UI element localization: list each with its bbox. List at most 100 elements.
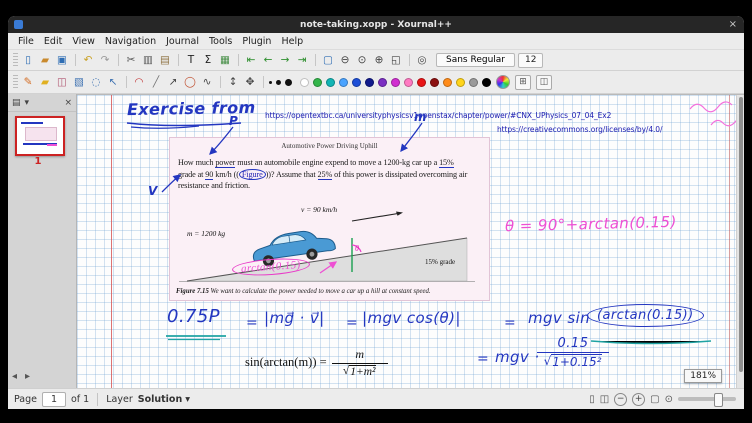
fullscreen-icon[interactable]: ◱ bbox=[388, 53, 404, 68]
velocity-arrow bbox=[352, 213, 401, 221]
color-swatch[interactable] bbox=[443, 78, 452, 87]
image-tool-icon[interactable]: ▦ bbox=[217, 53, 233, 68]
search-icon[interactable]: ◎ bbox=[414, 53, 430, 68]
problem-segment: How much bbox=[178, 158, 215, 167]
undo-icon[interactable]: ↶ bbox=[80, 53, 96, 68]
zoom-100-button[interactable]: ⊙ bbox=[665, 394, 673, 405]
chevron-down-icon[interactable]: ▾ bbox=[25, 98, 30, 108]
titlebar[interactable]: note-taking.xopp - Xournal++ × bbox=[8, 16, 744, 33]
menu-item[interactable]: File bbox=[13, 35, 39, 48]
select-rect-icon[interactable]: ▧ bbox=[71, 75, 87, 90]
ruler-icon[interactable]: ╱ bbox=[148, 75, 164, 90]
grade-label: 15% grade bbox=[425, 258, 455, 266]
menu-item[interactable]: Journal bbox=[161, 35, 204, 48]
layer-dropdown[interactable]: Solution ▾ bbox=[138, 394, 190, 405]
zoom-fit-button[interactable]: ▢ bbox=[650, 394, 659, 405]
redo-icon[interactable]: ↷ bbox=[97, 53, 113, 68]
zoom-in-icon[interactable]: ⊕ bbox=[371, 53, 387, 68]
color-swatch[interactable] bbox=[469, 78, 478, 87]
typed-numerator: m bbox=[355, 347, 364, 362]
next-page-icon[interactable]: → bbox=[277, 53, 293, 68]
page-canvas[interactable]: Exercise from https://opentextbc.ca/univ… bbox=[77, 94, 744, 388]
thickness-option[interactable] bbox=[285, 79, 292, 86]
zoom-fit-icon[interactable]: ▢ bbox=[320, 53, 336, 68]
next-thumb-icon[interactable]: ▸ bbox=[25, 371, 30, 382]
page-thumbnail[interactable] bbox=[15, 116, 65, 156]
problem-segment-underlined: power bbox=[215, 158, 235, 168]
color-picker-icon[interactable] bbox=[496, 75, 510, 89]
sidebar-close-icon[interactable]: × bbox=[64, 98, 72, 108]
font-button[interactable]: Sans Regular bbox=[436, 53, 515, 67]
zoom-slider-thumb[interactable] bbox=[714, 393, 723, 407]
zoom-out-button[interactable]: − bbox=[614, 393, 627, 406]
chevron-down-icon: ▾ bbox=[185, 394, 190, 405]
pen-tool-icon[interactable]: ✎ bbox=[20, 75, 36, 90]
color-swatch[interactable] bbox=[378, 78, 387, 87]
color-swatch[interactable] bbox=[404, 78, 413, 87]
open-file-icon[interactable]: ▰ bbox=[37, 53, 53, 68]
zoom-in-button[interactable]: + bbox=[632, 393, 645, 406]
vertical-space-icon[interactable]: ↕ bbox=[225, 75, 241, 90]
new-file-icon[interactable]: ▯ bbox=[20, 53, 36, 68]
separator bbox=[216, 75, 224, 90]
arrow-tool-icon[interactable]: ↗ bbox=[165, 75, 181, 90]
first-page-icon[interactable]: ⇤ bbox=[243, 53, 259, 68]
menu-item[interactable]: Edit bbox=[39, 35, 67, 48]
toolbar-grip[interactable] bbox=[13, 75, 18, 89]
ellipse-tool-icon[interactable]: ◯ bbox=[182, 75, 198, 90]
thickness-option[interactable] bbox=[276, 80, 281, 85]
color-swatch[interactable] bbox=[326, 78, 335, 87]
problem-segment: must an automobile engine expend to move… bbox=[235, 158, 383, 167]
zoom-original-icon[interactable]: ⊙ bbox=[354, 53, 370, 68]
menu-item[interactable]: Help bbox=[276, 35, 308, 48]
page-number-input[interactable]: 1 bbox=[42, 392, 66, 407]
color-swatch[interactable] bbox=[352, 78, 361, 87]
prev-page-icon[interactable]: ← bbox=[260, 53, 276, 68]
menu-item[interactable]: View bbox=[67, 35, 100, 48]
menu-item[interactable]: Plugin bbox=[237, 35, 276, 48]
snap-grid-icon[interactable]: ⊞ bbox=[515, 75, 531, 90]
source-url[interactable]: https://opentextbc.ca/universityphysicsv… bbox=[265, 111, 611, 120]
zoom-out-icon[interactable]: ⊖ bbox=[337, 53, 353, 68]
thickness-option[interactable] bbox=[269, 81, 272, 84]
select-object-icon[interactable]: ↖ bbox=[105, 75, 121, 90]
eraser-tool-icon[interactable]: ◫ bbox=[54, 75, 70, 90]
scrollbar-thumb[interactable] bbox=[739, 97, 743, 372]
preview-pane-icon[interactable]: ▤ bbox=[12, 98, 21, 108]
color-swatch[interactable] bbox=[456, 78, 465, 87]
save-file-icon[interactable]: ▣ bbox=[54, 53, 70, 68]
color-swatch[interactable] bbox=[391, 78, 400, 87]
color-swatch[interactable] bbox=[300, 78, 309, 87]
license-url[interactable]: https://creativecommons.org/licenses/by/… bbox=[497, 125, 662, 134]
paste-icon[interactable]: ▤ bbox=[157, 53, 173, 68]
vertical-scrollbar[interactable] bbox=[736, 95, 744, 388]
last-page-icon[interactable]: ⇥ bbox=[294, 53, 310, 68]
cut-icon[interactable]: ✂ bbox=[123, 53, 139, 68]
tex-tool-icon[interactable]: Σ bbox=[200, 53, 216, 68]
color-swatch[interactable] bbox=[339, 78, 348, 87]
menu-item[interactable]: Navigation bbox=[100, 35, 161, 48]
sidebar-header: ▤ ▾ × bbox=[8, 94, 76, 112]
text-tool-icon[interactable]: T bbox=[183, 53, 199, 68]
page-presentation-icon[interactable]: ▯ bbox=[589, 394, 595, 405]
color-swatch[interactable] bbox=[482, 78, 491, 87]
shape-recognizer-icon[interactable]: ◠ bbox=[131, 75, 147, 90]
menu-item[interactable]: Tools bbox=[204, 35, 237, 48]
figure-link[interactable]: Figure bbox=[239, 169, 266, 180]
color-swatch[interactable] bbox=[430, 78, 439, 87]
spline-tool-icon[interactable]: ∿ bbox=[199, 75, 215, 90]
prev-thumb-icon[interactable]: ◂ bbox=[12, 371, 17, 382]
copy-icon[interactable]: ▥ bbox=[140, 53, 156, 68]
highlighter-tool-icon[interactable]: ▰ bbox=[37, 75, 53, 90]
select-lasso-icon[interactable]: ◌ bbox=[88, 75, 104, 90]
color-swatch[interactable] bbox=[365, 78, 374, 87]
equals-sign: = bbox=[346, 315, 358, 331]
font-size-input[interactable]: 12 bbox=[518, 53, 543, 68]
color-swatch[interactable] bbox=[313, 78, 322, 87]
paired-pages-icon[interactable]: ◫ bbox=[600, 394, 609, 405]
color-swatch[interactable] bbox=[417, 78, 426, 87]
zoom-slider[interactable] bbox=[678, 397, 736, 401]
fill-shape-icon[interactable]: ◫ bbox=[536, 75, 552, 90]
hand-tool-icon[interactable]: ✥ bbox=[242, 75, 258, 90]
toolbar-grip[interactable] bbox=[13, 53, 18, 67]
